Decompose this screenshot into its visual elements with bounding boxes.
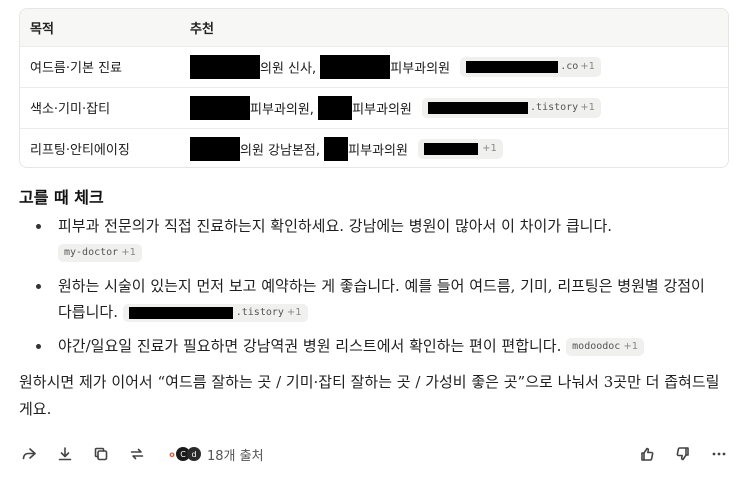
clinic-name: 피부과의원 xyxy=(348,143,408,158)
message-toolbar: o C d 18개 출처 xyxy=(18,442,730,466)
table-header-row: 목적 추천 xyxy=(20,9,728,46)
source-chip[interactable]: .co +1 xyxy=(460,56,602,77)
download-icon[interactable] xyxy=(54,443,76,465)
clinic-name: 피부과의원 xyxy=(352,102,412,117)
copy-icon[interactable] xyxy=(90,443,112,465)
recommendation-table: 목적 추천 여드름·기본 진료 의원 신사, 피부과의원 .co +1 색소·기… xyxy=(19,8,729,168)
list-item: 야간/일요일 진료가 필요하면 강남역권 병원 리스트에서 확인하는 편이 편합… xyxy=(19,333,719,359)
redacted-block xyxy=(324,136,349,161)
checklist: 피부과 전문의가 직접 진료하는지 확인하세요. 강남에는 병원이 많아서 이 … xyxy=(19,213,719,367)
table-row: 여드름·기본 진료 의원 신사, 피부과의원 .co +1 xyxy=(20,45,728,87)
header-recommendation: 추천 xyxy=(190,21,214,37)
source-chip[interactable]: .tistory +1 xyxy=(422,97,601,118)
clinic-name: 의원 강남본점, xyxy=(240,143,321,158)
redacted-block xyxy=(128,307,233,319)
list-item-text: 야간/일요일 진료가 필요하면 강남역권 병원 리스트에서 확인하는 편이 편합… xyxy=(58,337,562,355)
more-icon[interactable] xyxy=(708,443,730,465)
row-recommendation: 의원 강남본점, 피부과의원 +1 xyxy=(180,127,728,167)
favicon-icon: d xyxy=(187,447,201,461)
bullet xyxy=(36,344,41,349)
header-purpose: 목적 xyxy=(30,21,54,37)
redacted-block xyxy=(318,95,353,120)
clinic-name: 의원 신사, xyxy=(260,61,317,76)
thumbs-down-icon[interactable] xyxy=(672,443,694,465)
source-favicons: o C d xyxy=(168,447,201,461)
list-item: 피부과 전문의가 직접 진료하는지 확인하세요. 강남에는 병원이 많아서 이 … xyxy=(19,213,719,265)
redacted-block xyxy=(190,136,240,161)
source-chip[interactable]: .tistory +1 xyxy=(122,304,308,322)
favicon-icon: o xyxy=(168,447,176,461)
bullet xyxy=(36,284,41,289)
sources-button[interactable]: o C d 18개 출처 xyxy=(168,445,264,464)
list-item: 원하는 시술이 있는지 먼저 보고 예약하는 게 좋습니다. 예를 들어 여드름… xyxy=(19,273,719,325)
thumbs-up-icon[interactable] xyxy=(636,443,658,465)
redacted-block xyxy=(190,95,250,120)
clinic-name: 피부과의원 xyxy=(390,61,451,76)
redacted-block xyxy=(466,60,559,73)
redacted-block xyxy=(320,54,391,79)
redacted-block xyxy=(424,142,479,155)
sources-label: 18개 출처 xyxy=(207,448,264,464)
share-icon[interactable] xyxy=(18,443,40,465)
row-purpose: 리프팅·안티에이징 xyxy=(20,127,180,167)
source-chip[interactable]: modoodoc +1 xyxy=(566,338,645,356)
list-item-text: 피부과 전문의가 직접 진료하는지 확인하세요. 강남에는 병원이 많아서 이 … xyxy=(58,217,613,235)
source-chip[interactable]: my-doctor +1 xyxy=(58,244,142,262)
table-row: 색소·기미·잡티 피부과의원, 피부과의원 .tistory +1 xyxy=(20,86,728,128)
row-recommendation: 피부과의원, 피부과의원 .tistory +1 xyxy=(180,86,728,128)
redacted-block xyxy=(428,101,529,114)
table-row: 리프팅·안티에이징 의원 강남본점, 피부과의원 +1 xyxy=(20,127,728,167)
closing-paragraph: 원하시면 제가 이어서 “여드름 잘하는 곳 / 기미·잡티 잘하는 곳 / 가… xyxy=(19,373,720,418)
clinic-name: 피부과의원, xyxy=(250,102,314,117)
bullet xyxy=(36,224,41,229)
row-purpose: 색소·기미·잡티 xyxy=(20,86,180,128)
regenerate-icon[interactable] xyxy=(126,443,148,465)
source-chip[interactable]: +1 xyxy=(418,138,503,159)
row-recommendation: 의원 신사, 피부과의원 .co +1 xyxy=(180,45,728,87)
row-purpose: 여드름·기본 진료 xyxy=(20,45,180,87)
section-title: 고를 때 체크 xyxy=(19,188,104,207)
redacted-block xyxy=(190,54,260,79)
